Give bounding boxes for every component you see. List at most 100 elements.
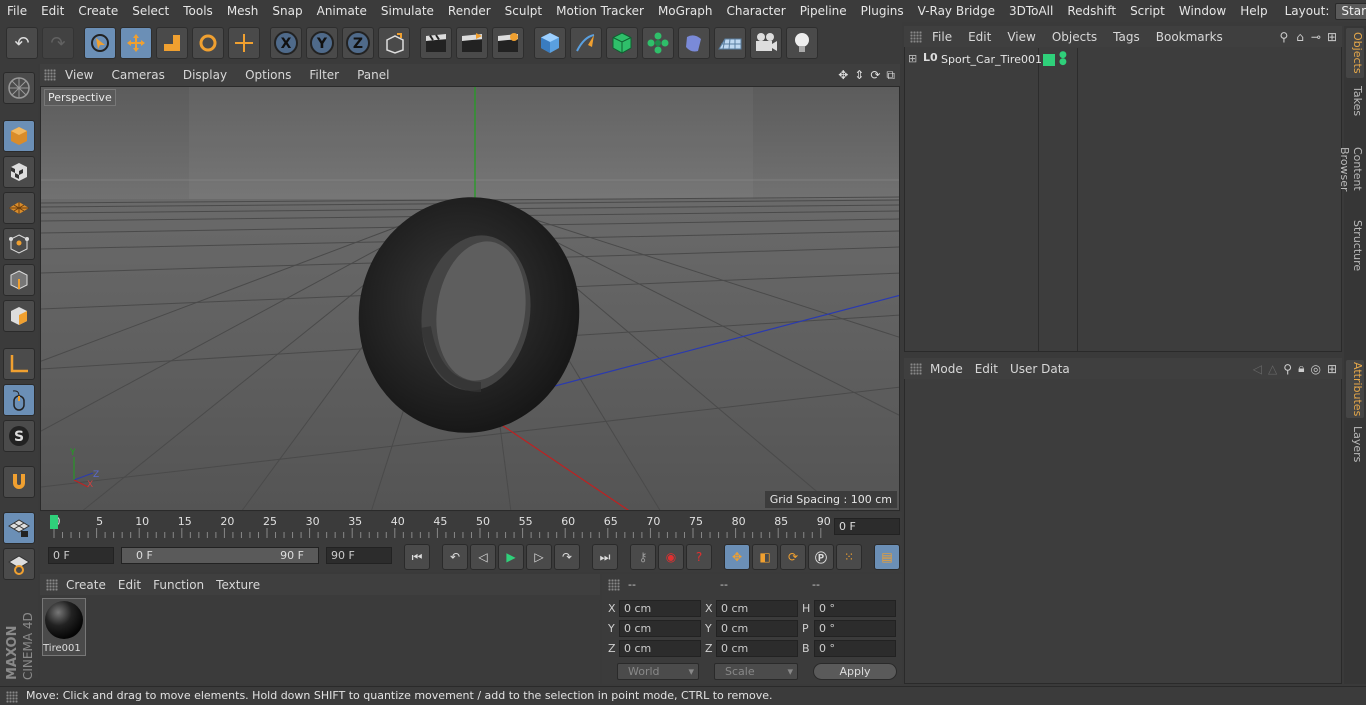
viewport-pan-icon[interactable]: ✥ (835, 68, 851, 82)
autokey-button[interactable]: ? (686, 544, 712, 570)
move-tool-button[interactable] (120, 27, 152, 59)
viewport-dolly-icon[interactable]: ⇕ (851, 68, 867, 82)
menu-tools[interactable]: Tools (176, 4, 220, 18)
next-key-button[interactable]: ↷ (554, 544, 580, 570)
object-menu-edit[interactable]: Edit (960, 30, 999, 44)
make-editable-button[interactable] (3, 72, 35, 104)
viewport-maximize-icon[interactable]: ⧉ (883, 68, 900, 83)
rotate-tool-button[interactable] (192, 27, 224, 59)
material-menu-edit[interactable]: Edit (112, 578, 147, 592)
menu-3dtoall[interactable]: 3DToAll (1002, 4, 1060, 18)
end-frame-field[interactable]: 90 F (326, 547, 392, 564)
texture-mode-button[interactable] (3, 156, 35, 188)
next-frame-button[interactable]: ▷ (526, 544, 552, 570)
polygons-mode-button[interactable] (3, 300, 35, 332)
deformer-button[interactable] (678, 27, 710, 59)
object-menu-bookmarks[interactable]: Bookmarks (1148, 30, 1231, 44)
tab-structure[interactable]: Structure (1346, 220, 1364, 272)
menu-snap[interactable]: Snap (265, 4, 309, 18)
axis-mode-button[interactable] (3, 348, 35, 380)
menu-vray-bridge[interactable]: V-Ray Bridge (911, 4, 1002, 18)
menu-simulate[interactable]: Simulate (374, 4, 441, 18)
tweak-mode-button[interactable] (3, 384, 35, 416)
menu-sculpt[interactable]: Sculpt (498, 4, 549, 18)
add-panel-icon[interactable]: ⊞ (1324, 362, 1342, 376)
size-z-field[interactable]: 0 cm (716, 640, 798, 657)
z-axis-button[interactable]: Z (342, 27, 374, 59)
undo-button[interactable]: ↶ (6, 27, 38, 59)
layer-color-swatch[interactable] (1043, 54, 1055, 66)
material-swatch[interactable]: Tire001 (42, 598, 86, 656)
go-to-end-button[interactable]: ⏭ (592, 544, 618, 570)
viewport-menu-options[interactable]: Options (236, 68, 300, 82)
current-frame-field[interactable]: 0 F (834, 518, 900, 535)
coord-scale-dropdown[interactable]: Scale ▾ (714, 663, 798, 680)
material-menu-function[interactable]: Function (147, 578, 210, 592)
playhead-marker[interactable] (50, 515, 58, 529)
previous-frame-button[interactable]: ◁ (470, 544, 496, 570)
redo-button[interactable]: ↷ (42, 27, 74, 59)
render-settings-button[interactable] (492, 27, 524, 59)
menu-script[interactable]: Script (1123, 4, 1172, 18)
key-rotation-button[interactable]: ⟳ (780, 544, 806, 570)
x-axis-button[interactable]: X (270, 27, 302, 59)
up-arrow-icon[interactable]: △ (1265, 362, 1280, 376)
coord-mode-dropdown[interactable]: World ▾ (617, 663, 699, 680)
pen-spline-button[interactable] (570, 27, 602, 59)
attribute-menu-user-data[interactable]: User Data (1004, 362, 1076, 376)
play-button[interactable]: ▶ (498, 544, 524, 570)
start-frame-field[interactable]: 0 F (48, 547, 114, 564)
tab-layers[interactable]: Layers (1346, 424, 1364, 464)
menu-plugins[interactable]: Plugins (854, 4, 911, 18)
add-panel-icon[interactable]: ⊞ (1324, 30, 1342, 44)
floor-button[interactable] (714, 27, 746, 59)
viewport-rotate-icon[interactable]: ⟳ (867, 68, 883, 82)
viewport-menu-view[interactable]: View (56, 68, 102, 82)
menu-help[interactable]: Help (1233, 4, 1274, 18)
viewport-menu-display[interactable]: Display (174, 68, 236, 82)
menu-render[interactable]: Render (441, 4, 498, 18)
size-y-field[interactable]: 0 cm (716, 620, 798, 637)
object-menu-view[interactable]: View (999, 30, 1043, 44)
camera-button[interactable] (750, 27, 782, 59)
menu-animate[interactable]: Animate (310, 4, 374, 18)
back-arrow-icon[interactable]: ◁ (1250, 362, 1265, 376)
object-menu-file[interactable]: File (924, 30, 960, 44)
viewport-menu-filter[interactable]: Filter (300, 68, 348, 82)
viewport-menu-cameras[interactable]: Cameras (102, 68, 173, 82)
rot-b-field[interactable]: 0 ° (814, 640, 896, 657)
workplane-mode-button[interactable] (3, 192, 35, 224)
key-pla-button[interactable]: ⁙ (836, 544, 862, 570)
pos-y-field[interactable]: 0 cm (619, 620, 701, 637)
pos-z-field[interactable]: 0 cm (619, 640, 701, 657)
search-icon[interactable]: ⚲ (1275, 30, 1292, 44)
visibility-dots-icon[interactable]: ● ● (1059, 51, 1067, 67)
menu-edit[interactable]: Edit (34, 4, 71, 18)
tab-content-browser[interactable]: Content Browser (1338, 124, 1364, 214)
material-menu-create[interactable]: Create (60, 578, 112, 592)
render-view-button[interactable] (420, 27, 452, 59)
planar-workplane-button[interactable] (3, 548, 35, 580)
tab-takes[interactable]: Takes (1346, 82, 1364, 120)
snap-button[interactable] (3, 466, 35, 498)
recent-tool-button[interactable] (228, 27, 260, 59)
object-menu-tags[interactable]: Tags (1105, 30, 1148, 44)
object-menu-objects[interactable]: Objects (1044, 30, 1105, 44)
motion-record-button[interactable]: ⚷ (630, 544, 656, 570)
record-active-button[interactable]: ◉ (658, 544, 684, 570)
model-mode-button[interactable] (3, 120, 35, 152)
menu-select[interactable]: Select (125, 4, 176, 18)
frame-range-slider[interactable]: 0 F 90 F (121, 547, 319, 564)
tab-objects[interactable]: Objects (1346, 28, 1364, 78)
layout-select[interactable]: Startup ▾ (1335, 2, 1366, 20)
viewport-menu-panel[interactable]: Panel (348, 68, 398, 82)
solo-mode-button[interactable]: S (3, 420, 35, 452)
go-to-start-button[interactable]: ⏮ (404, 544, 430, 570)
expand-icon[interactable]: ⊞ (908, 52, 917, 65)
rot-p-field[interactable]: 0 ° (814, 620, 896, 637)
object-row[interactable]: ⊞ L0 Sport_Car_Tire001 ● ● (906, 51, 1342, 69)
key-scale-button[interactable]: ◧ (752, 544, 778, 570)
menu-window[interactable]: Window (1172, 4, 1233, 18)
cube-button[interactable] (534, 27, 566, 59)
menu-character[interactable]: Character (719, 4, 792, 18)
